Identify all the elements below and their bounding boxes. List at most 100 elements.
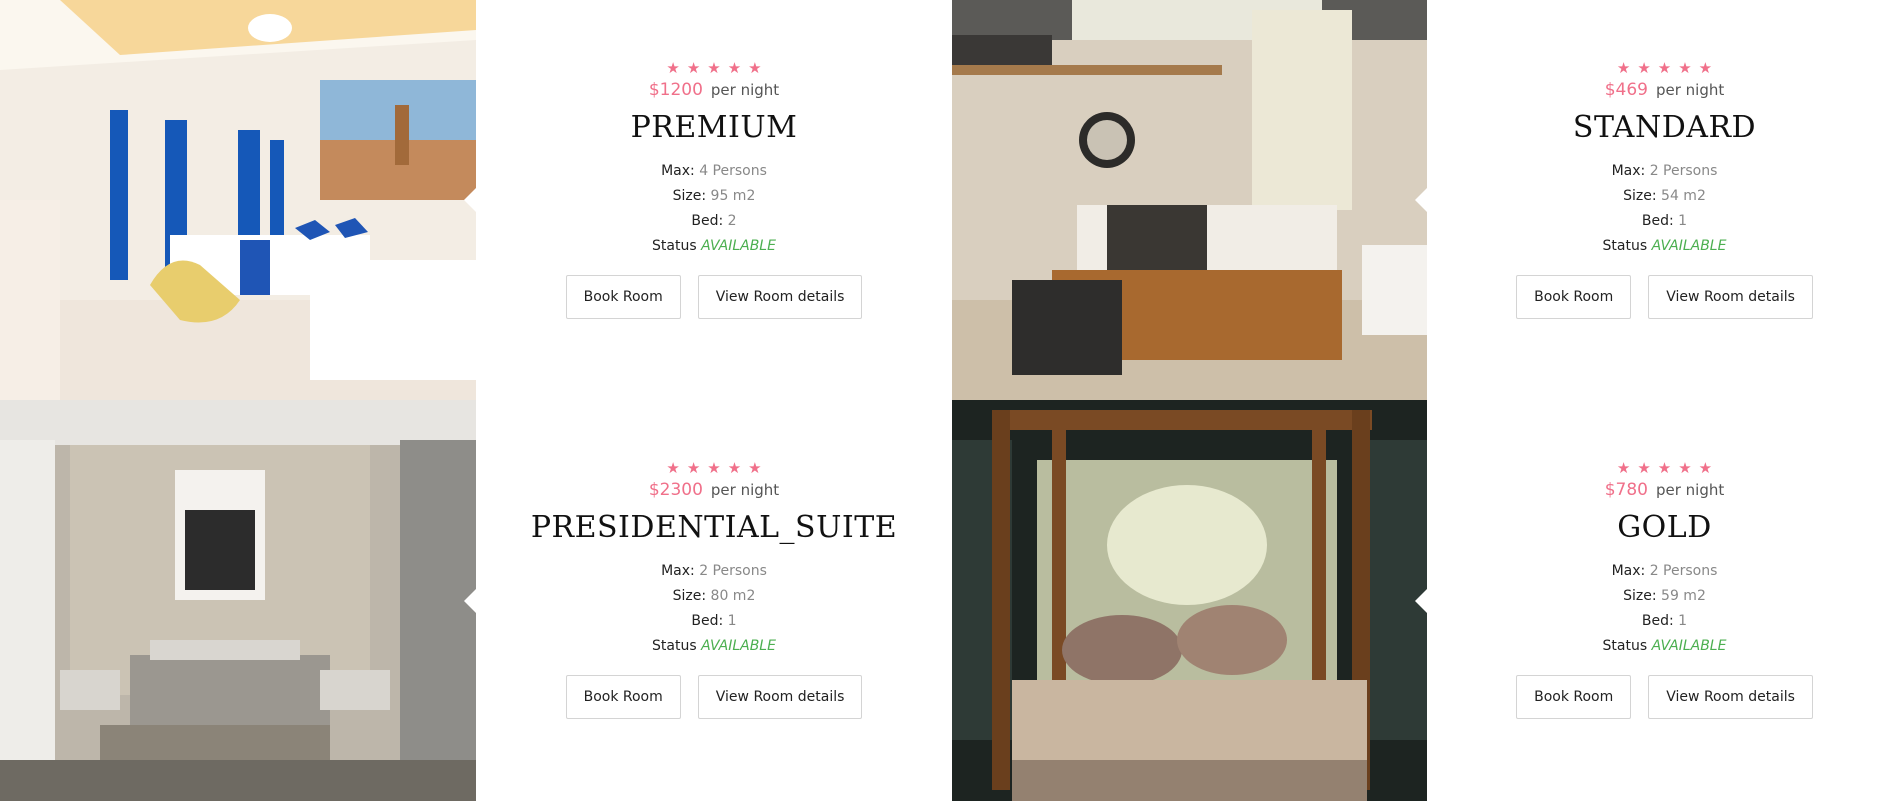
room-card-premium: ★ ★ ★ ★ ★ $1200 per night PREMIUM Max: 4… bbox=[476, 0, 952, 400]
star-icon: ★ bbox=[686, 459, 701, 477]
max-label: Max: bbox=[1611, 563, 1646, 579]
bedroom-image bbox=[952, 400, 1427, 801]
bed-value: 1 bbox=[1678, 213, 1688, 229]
max-value: 4 Persons bbox=[699, 163, 767, 179]
star-icon: ★ bbox=[1637, 459, 1651, 477]
room-card-gold: ★ ★ ★ ★ ★ $780 per night GOLD Max: 2 Per… bbox=[1427, 400, 1902, 801]
room-actions: Book Room View Room details bbox=[565, 275, 863, 319]
status-label: Status bbox=[1602, 238, 1648, 254]
status-value: AVAILABLE bbox=[1651, 238, 1727, 254]
star-icon: ★ bbox=[666, 59, 680, 77]
size-label: Size: bbox=[1623, 188, 1657, 204]
rating-stars: ★ ★ ★ ★ ★ bbox=[1617, 460, 1712, 476]
photo-notch bbox=[464, 588, 476, 613]
star-icon: ★ bbox=[727, 59, 742, 77]
star-icon: ★ bbox=[1657, 59, 1672, 77]
per-night-label: per night bbox=[1655, 481, 1725, 499]
max-value: 2 Persons bbox=[1649, 563, 1718, 579]
room-card-standard: ★ ★ ★ ★ ★ $469 per night STANDARD Max: 2… bbox=[1427, 0, 1902, 400]
rating-stars: ★ ★ ★ ★ ★ bbox=[666, 60, 761, 76]
star-icon: ★ bbox=[1616, 59, 1631, 77]
bedroom-image bbox=[0, 0, 476, 400]
star-icon: ★ bbox=[686, 59, 701, 77]
max-value: 2 Persons bbox=[1649, 163, 1718, 179]
star-icon: ★ bbox=[1657, 459, 1672, 477]
price-line: $780 per night bbox=[1605, 480, 1725, 500]
price-line: $469 per night bbox=[1605, 80, 1725, 100]
star-icon: ★ bbox=[666, 459, 680, 477]
rooms-grid: ★ ★ ★ ★ ★ $1200 per night PREMIUM Max: 4… bbox=[0, 0, 1902, 801]
room-name: GOLD bbox=[1617, 510, 1712, 545]
room-name: PREMIUM bbox=[630, 110, 798, 145]
rating-stars: ★ ★ ★ ★ ★ bbox=[666, 460, 761, 476]
bed-value: 1 bbox=[1678, 613, 1688, 629]
room-price: $2300 bbox=[648, 480, 703, 500]
room-photo-standard[interactable] bbox=[952, 0, 1427, 400]
per-night-label: per night bbox=[710, 81, 780, 99]
status-value: AVAILABLE bbox=[1651, 638, 1727, 654]
room-photo-premium[interactable] bbox=[0, 0, 476, 400]
room-price: $469 bbox=[1604, 80, 1648, 100]
size-label: Size: bbox=[1623, 588, 1657, 604]
book-room-button[interactable]: Book Room bbox=[1516, 275, 1632, 319]
book-room-button[interactable]: Book Room bbox=[565, 675, 681, 719]
price-line: $2300 per night bbox=[649, 480, 779, 500]
room-actions: Book Room View Room details bbox=[1516, 275, 1813, 319]
room-card-presidential-suite: ★ ★ ★ ★ ★ $2300 per night PRESIDENTIAL_S… bbox=[476, 400, 952, 801]
max-label: Max: bbox=[1611, 163, 1646, 179]
room-price: $780 bbox=[1604, 480, 1648, 500]
book-room-button[interactable]: Book Room bbox=[1516, 675, 1632, 719]
max-value: 2 Persons bbox=[699, 563, 767, 579]
star-icon: ★ bbox=[727, 459, 742, 477]
room-specs: Max: 2 Persons Size: 59 m2 Bed: 1 Status… bbox=[1603, 559, 1727, 659]
size-value: 95 m2 bbox=[710, 188, 756, 204]
star-icon: ★ bbox=[1698, 59, 1713, 77]
room-specs: Max: 4 Persons Size: 95 m2 Bed: 2 Status… bbox=[652, 159, 776, 259]
room-specs: Max: 2 Persons Size: 54 m2 Bed: 1 Status… bbox=[1603, 159, 1727, 259]
bedroom-image bbox=[952, 0, 1427, 400]
room-actions: Book Room View Room details bbox=[565, 675, 863, 719]
bed-value: 2 bbox=[727, 213, 737, 229]
room-name: PRESIDENTIAL_SUITE bbox=[530, 510, 898, 545]
photo-notch bbox=[1415, 188, 1427, 212]
rating-stars: ★ ★ ★ ★ ★ bbox=[1617, 60, 1712, 76]
status-label: Status bbox=[652, 238, 697, 254]
bed-label: Bed: bbox=[691, 613, 724, 629]
max-label: Max: bbox=[661, 163, 695, 179]
star-icon: ★ bbox=[1616, 459, 1631, 477]
per-night-label: per night bbox=[710, 481, 780, 499]
view-room-details-button[interactable]: View Room details bbox=[1648, 275, 1813, 319]
status-value: AVAILABLE bbox=[701, 638, 776, 654]
view-room-details-button[interactable]: View Room details bbox=[697, 275, 863, 319]
max-label: Max: bbox=[661, 563, 695, 579]
room-photo-presidential-suite[interactable] bbox=[0, 400, 476, 801]
bed-label: Bed: bbox=[1641, 213, 1674, 229]
star-icon: ★ bbox=[1678, 59, 1692, 77]
room-photo-gold[interactable] bbox=[952, 400, 1427, 801]
star-icon: ★ bbox=[707, 459, 721, 477]
size-value: 59 m2 bbox=[1661, 588, 1706, 604]
star-icon: ★ bbox=[748, 59, 762, 77]
room-name: STANDARD bbox=[1572, 110, 1757, 145]
status-value: AVAILABLE bbox=[701, 238, 776, 254]
room-actions: Book Room View Room details bbox=[1516, 675, 1813, 719]
view-room-details-button[interactable]: View Room details bbox=[1648, 675, 1813, 719]
price-line: $1200 per night bbox=[649, 80, 779, 100]
bedroom-image bbox=[0, 400, 476, 801]
per-night-label: per night bbox=[1655, 81, 1725, 99]
status-label: Status bbox=[652, 638, 697, 654]
book-room-button[interactable]: Book Room bbox=[565, 275, 681, 319]
status-label: Status bbox=[1602, 638, 1648, 654]
bed-value: 1 bbox=[727, 613, 737, 629]
room-specs: Max: 2 Persons Size: 80 m2 Bed: 1 Status… bbox=[652, 559, 776, 659]
size-label: Size: bbox=[672, 588, 707, 604]
size-label: Size: bbox=[672, 188, 707, 204]
size-value: 54 m2 bbox=[1661, 188, 1706, 204]
star-icon: ★ bbox=[1698, 459, 1713, 477]
star-icon: ★ bbox=[1637, 59, 1651, 77]
size-value: 80 m2 bbox=[710, 588, 756, 604]
view-room-details-button[interactable]: View Room details bbox=[697, 675, 863, 719]
star-icon: ★ bbox=[748, 459, 762, 477]
bed-label: Bed: bbox=[691, 213, 724, 229]
room-price: $1200 bbox=[648, 80, 703, 100]
